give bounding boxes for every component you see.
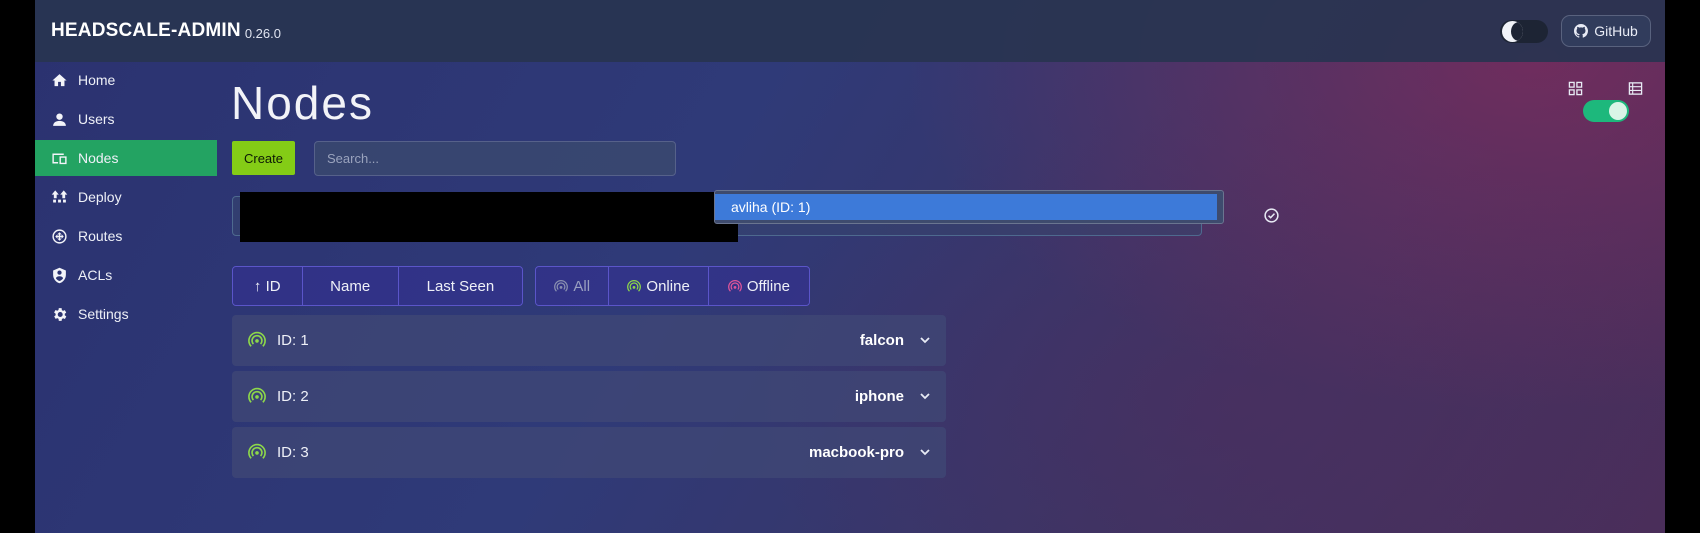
- user-icon: [53, 112, 66, 126]
- top-bar: HEADSCALE-ADMIN 0.26.0: [35, 0, 1665, 62]
- sidebar-item-users[interactable]: Users: [35, 101, 217, 137]
- toggle-knob: [1609, 102, 1627, 120]
- sidebar-item-label: ACLs: [78, 267, 113, 283]
- filter-online-label: Online: [646, 277, 690, 295]
- sort-button-group: ↑ ID Name Last Seen: [232, 266, 523, 306]
- redacted-area: [240, 192, 738, 242]
- node-name: macbook-pro: [808, 444, 904, 461]
- node-id: ID: 3: [277, 444, 309, 461]
- sidebar-item-nodes[interactable]: Nodes: [35, 140, 217, 176]
- node-name: iphone: [854, 388, 904, 405]
- sort-by-id-button[interactable]: ↑ ID: [233, 267, 303, 305]
- sort-by-name-button[interactable]: Name: [302, 267, 399, 305]
- status-filter-group: All Online Offline: [535, 266, 810, 306]
- user-filter-dropdown[interactable]: avliha (ID: 1): [714, 190, 1224, 224]
- node-card[interactable]: ID: 2 iphone: [232, 371, 946, 422]
- theme-toggle[interactable]: [1500, 20, 1548, 43]
- sidebar-item-acls[interactable]: ACLs: [35, 257, 217, 293]
- chevron-down-icon[interactable]: [918, 333, 932, 347]
- sort-by-name-label: Name: [330, 277, 371, 295]
- node-id: ID: 2: [277, 388, 309, 405]
- sidebar-item-routes[interactable]: Routes: [35, 218, 217, 254]
- app-window: HEADSCALE-ADMIN 0.26.0 GitHub Home Users…: [35, 0, 1665, 533]
- filter-all-button[interactable]: All: [536, 267, 610, 305]
- chevron-down-icon[interactable]: [918, 389, 932, 403]
- signal-icon: [554, 280, 569, 292]
- grid-view-icon[interactable]: [1568, 81, 1583, 96]
- node-card[interactable]: ID: 1 falcon: [232, 315, 946, 366]
- shield-icon: [53, 267, 66, 283]
- moon-icon: [1502, 21, 1523, 42]
- filter-online-button[interactable]: Online: [609, 267, 709, 305]
- filter-offline-button[interactable]: Offline: [708, 267, 809, 305]
- filter-offline-label: Offline: [746, 277, 790, 295]
- sidebar-item-label: Users: [78, 111, 115, 127]
- sidebar-item-label: Deploy: [78, 189, 122, 205]
- online-signal-icon: [627, 280, 642, 292]
- page-title: Nodes: [231, 77, 374, 129]
- create-button[interactable]: Create: [232, 141, 295, 175]
- sort-by-last-seen-label: Last Seen: [426, 277, 495, 295]
- filter-all-label: All: [573, 277, 591, 295]
- deploy-icon: [51, 189, 68, 202]
- online-signal-icon: [248, 387, 266, 403]
- sort-by-id-label: ↑ ID: [253, 277, 281, 295]
- offline-signal-icon: [727, 280, 742, 292]
- sidebar: Home Users Nodes Deploy Routes ACLs Sett…: [35, 62, 217, 335]
- app-version: 0.26.0: [244, 25, 281, 41]
- github-icon: [1574, 24, 1589, 38]
- list-view-icon[interactable]: [1628, 81, 1643, 96]
- sidebar-item-label: Home: [78, 72, 116, 88]
- sidebar-item-deploy[interactable]: Deploy: [35, 179, 217, 215]
- github-label: GitHub: [1594, 23, 1638, 39]
- devices-icon: [52, 153, 67, 164]
- node-card[interactable]: ID: 3 macbook-pro: [232, 427, 946, 478]
- sidebar-item-settings[interactable]: Settings: [35, 296, 217, 332]
- sidebar-item-label: Routes: [78, 228, 123, 244]
- sidebar-item-home[interactable]: Home: [35, 62, 217, 98]
- gear-icon: [54, 307, 67, 321]
- view-mode-toggle[interactable]: [1583, 100, 1629, 122]
- check-circle-icon[interactable]: [1263, 207, 1280, 224]
- github-button[interactable]: GitHub: [1561, 15, 1651, 47]
- sidebar-item-label: Nodes: [78, 150, 119, 166]
- online-signal-icon: [248, 331, 266, 347]
- home-icon: [52, 73, 67, 86]
- app-brand[interactable]: HEADSCALE-ADMIN: [51, 20, 241, 42]
- user-filter-option-selected[interactable]: avliha (ID: 1): [715, 194, 1217, 220]
- chevron-down-icon[interactable]: [918, 445, 932, 459]
- sidebar-item-label: Settings: [78, 306, 129, 322]
- sort-by-last-seen-button[interactable]: Last Seen: [398, 267, 522, 305]
- node-name: falcon: [859, 332, 904, 349]
- online-signal-icon: [248, 443, 266, 459]
- node-id: ID: 1: [277, 332, 309, 349]
- routes-icon: [52, 228, 67, 244]
- search-input[interactable]: [314, 141, 676, 176]
